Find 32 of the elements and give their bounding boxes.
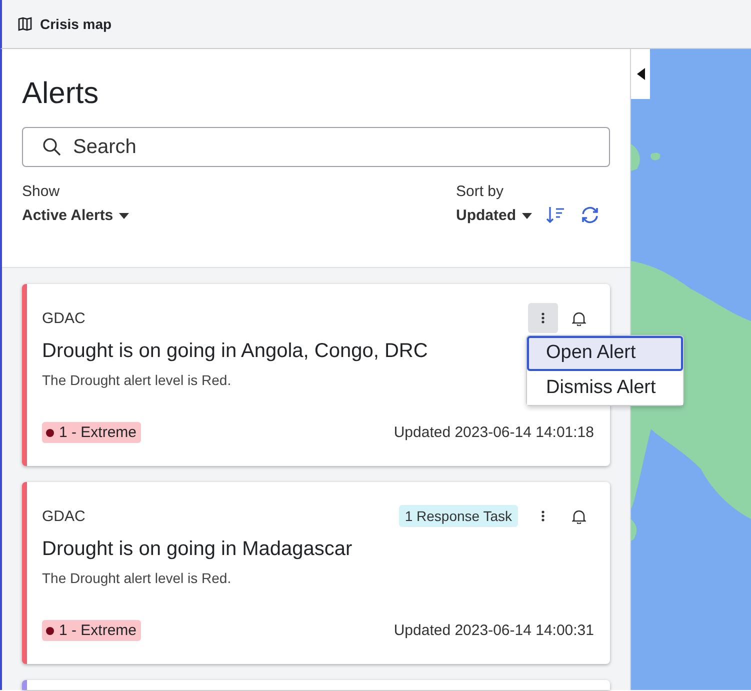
collapse-toggle[interactable] <box>631 49 650 99</box>
show-label: Show <box>22 183 61 202</box>
map-icon <box>18 17 34 31</box>
collapse-icon <box>636 68 644 80</box>
updated-timestamp: Updated 2023-06-14 14:01:18 <box>394 424 594 441</box>
caret-icon <box>522 212 532 218</box>
bell-icon[interactable] <box>572 508 586 524</box>
caret-icon <box>119 212 130 218</box>
alert-description: The Drought alert level is Red. <box>42 570 232 586</box>
show-dropdown[interactable]: Active Alerts <box>22 207 130 224</box>
kebab-icon <box>541 510 545 522</box>
alert-source: GDAC <box>42 508 86 524</box>
panel-title: Alerts <box>22 76 100 112</box>
updated-timestamp: Updated 2023-06-14 14:00:31 <box>394 622 594 639</box>
alert-title: Drought is on going in Angola, Congo, DRC <box>42 339 428 364</box>
menu-item[interactable]: Open Alert <box>527 336 683 371</box>
app-title: Crisis map <box>40 16 112 32</box>
sort-label: Sort by <box>456 183 505 202</box>
bell-icon[interactable] <box>572 310 586 326</box>
refresh-icon[interactable] <box>580 205 600 225</box>
severity-tag: 1 - Extreme <box>42 620 141 641</box>
alert-source: GDAC <box>42 310 86 326</box>
response-task-badge: 1 Response Task <box>398 505 518 527</box>
kebab-icon <box>541 312 545 324</box>
menu-item[interactable]: Dismiss Alert <box>527 371 683 405</box>
alert-card[interactable]: GDAC 1 Response Task Drought is on going in Madagascar The Drought alert level is Red. 1 - Extreme Updated 2023-06-14 14:00:31 <box>22 482 610 664</box>
sort-dropdown[interactable]: Updated <box>456 207 532 224</box>
search-icon <box>42 137 62 157</box>
alert-title: Drought is on going in Madagascar <box>42 537 352 562</box>
sort-icon[interactable] <box>546 205 566 225</box>
severity-tag: 1 - Extreme <box>42 422 141 443</box>
search-field[interactable]: Search <box>22 127 610 167</box>
